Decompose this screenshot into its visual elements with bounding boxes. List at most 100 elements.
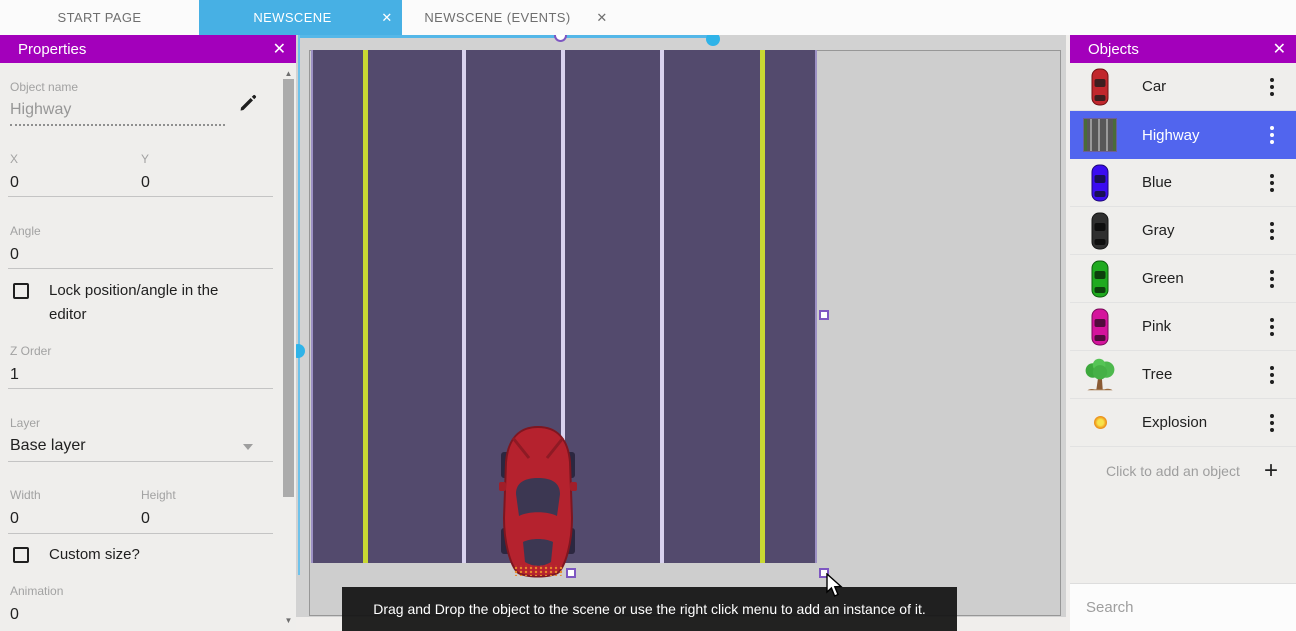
- selection-handle-dot-top[interactable]: [706, 35, 720, 46]
- selection-handle-dot-left[interactable]: [296, 344, 305, 358]
- object-row-tree[interactable]: Tree: [1070, 351, 1296, 399]
- field-underline: [8, 461, 273, 462]
- tree-icon: [1082, 357, 1118, 393]
- car-red-icon: [1082, 67, 1118, 107]
- y-field[interactable]: 0: [141, 174, 150, 192]
- close-icon[interactable]: ✕: [273, 39, 286, 59]
- animation-label: Animation: [10, 584, 63, 598]
- x-field[interactable]: 0: [10, 174, 19, 192]
- highway-thumbnail-icon: [1082, 118, 1118, 152]
- edit-pencil-icon[interactable]: [238, 93, 258, 113]
- properties-title: Properties: [18, 41, 273, 58]
- object-row-pink[interactable]: Pink: [1070, 303, 1296, 351]
- z-order-label: Z Order: [10, 344, 51, 358]
- selection-resize-handle-bottom[interactable]: [566, 568, 576, 578]
- road-edge-line: [815, 50, 817, 563]
- selection-rotate-handle[interactable]: [554, 35, 567, 42]
- tab-label: START PAGE: [0, 10, 199, 25]
- object-label: Green: [1142, 270, 1184, 287]
- object-row-explosion[interactable]: Explosion: [1070, 399, 1296, 447]
- object-menu-icon[interactable]: [1270, 270, 1274, 288]
- field-underline: [8, 388, 273, 389]
- car-green-icon: [1082, 259, 1118, 299]
- object-menu-icon[interactable]: [1270, 126, 1274, 144]
- width-field[interactable]: 0: [10, 510, 19, 528]
- object-row-gray[interactable]: Gray: [1070, 207, 1296, 255]
- drag-drop-tooltip: Drag and Drop the object to the scene or…: [342, 587, 957, 631]
- car-instance[interactable]: [499, 422, 577, 580]
- tab-bar: START PAGE NEWSCENE ✕ NEWSCENE (EVENTS) …: [0, 0, 1296, 35]
- height-field[interactable]: 0: [141, 510, 150, 528]
- tab-newscene[interactable]: NEWSCENE ✕: [199, 0, 402, 35]
- objects-panel: Objects ✕ Car Highway Blue Gray G: [1070, 35, 1296, 631]
- width-label: Width: [10, 488, 41, 502]
- object-menu-icon[interactable]: [1270, 414, 1274, 432]
- field-underline: [8, 268, 273, 269]
- add-object-label: Click to add an object: [1106, 463, 1240, 479]
- scroll-up-icon[interactable]: ▲: [281, 69, 296, 78]
- angle-field[interactable]: 0: [10, 246, 19, 264]
- yellow-lane-line: [363, 50, 368, 563]
- object-label: Pink: [1142, 318, 1171, 335]
- object-menu-icon[interactable]: [1270, 318, 1274, 336]
- scroll-down-icon[interactable]: ▼: [281, 616, 296, 625]
- white-lane-line: [462, 50, 466, 563]
- object-search-bar: [1070, 583, 1296, 631]
- object-name-field[interactable]: Highway: [10, 101, 71, 119]
- lock-position-label: Lock position/angle in the editor: [49, 279, 239, 327]
- layer-select[interactable]: Base layer: [10, 437, 86, 455]
- custom-size-checkbox[interactable]: [13, 547, 29, 563]
- yellow-lane-line: [760, 50, 765, 563]
- close-icon[interactable]: ✕: [587, 10, 617, 26]
- object-label: Gray: [1142, 222, 1175, 239]
- add-object-row[interactable]: Click to add an object +: [1070, 447, 1296, 495]
- object-menu-icon[interactable]: [1270, 366, 1274, 384]
- selection-top-edge: [300, 35, 714, 38]
- car-blue-icon: [1082, 163, 1118, 203]
- y-label: Y: [141, 152, 149, 166]
- layer-label: Layer: [10, 416, 40, 430]
- car-gray-icon: [1082, 211, 1118, 251]
- object-row-car[interactable]: Car: [1070, 63, 1296, 111]
- road-edge-line: [311, 50, 313, 563]
- animation-field[interactable]: 0: [10, 606, 19, 624]
- tab-label: NEWSCENE: [213, 10, 372, 25]
- object-menu-icon[interactable]: [1270, 222, 1274, 240]
- properties-scrollbar[interactable]: ▲ ▼: [281, 63, 296, 631]
- object-label: Car: [1142, 78, 1166, 95]
- close-icon[interactable]: ✕: [372, 10, 402, 26]
- object-menu-icon[interactable]: [1270, 78, 1274, 96]
- x-label: X: [10, 152, 18, 166]
- object-row-highway[interactable]: Highway: [1070, 111, 1296, 159]
- objects-header: Objects ✕: [1070, 35, 1296, 63]
- properties-panel: Properties ✕ Object name Highway X Y 0 0…: [0, 35, 296, 631]
- search-input[interactable]: [1086, 599, 1285, 616]
- scene-canvas-background[interactable]: [296, 35, 1066, 617]
- chevron-down-icon[interactable]: [243, 444, 253, 450]
- explosion-icon: [1082, 416, 1118, 429]
- scrollbar-thumb[interactable]: [283, 79, 294, 497]
- custom-size-label: Custom size?: [49, 543, 140, 567]
- object-row-green[interactable]: Green: [1070, 255, 1296, 303]
- object-name-label: Object name: [10, 80, 78, 94]
- object-name-underline: [10, 124, 225, 126]
- selection-resize-handle-right[interactable]: [819, 310, 829, 320]
- selection-left-edge: [298, 35, 300, 575]
- scene-editor-canvas[interactable]: Drag and Drop the object to the scene or…: [296, 35, 1066, 631]
- tab-newscene-events[interactable]: NEWSCENE (EVENTS) ✕: [402, 0, 617, 35]
- field-underline: [8, 533, 273, 534]
- mouse-cursor: [826, 573, 844, 599]
- white-lane-line: [660, 50, 664, 563]
- field-underline: [8, 196, 273, 197]
- close-icon[interactable]: ✕: [1273, 39, 1286, 59]
- object-menu-icon[interactable]: [1270, 174, 1274, 192]
- lock-position-checkbox[interactable]: [13, 283, 29, 299]
- objects-title: Objects: [1088, 41, 1273, 58]
- z-order-field[interactable]: 1: [10, 366, 19, 384]
- tab-label: NEWSCENE (EVENTS): [408, 10, 587, 25]
- object-row-blue[interactable]: Blue: [1070, 159, 1296, 207]
- angle-label: Angle: [10, 224, 41, 238]
- object-label: Tree: [1142, 366, 1172, 383]
- tab-start-page[interactable]: START PAGE: [0, 0, 199, 35]
- plus-icon[interactable]: +: [1264, 457, 1278, 485]
